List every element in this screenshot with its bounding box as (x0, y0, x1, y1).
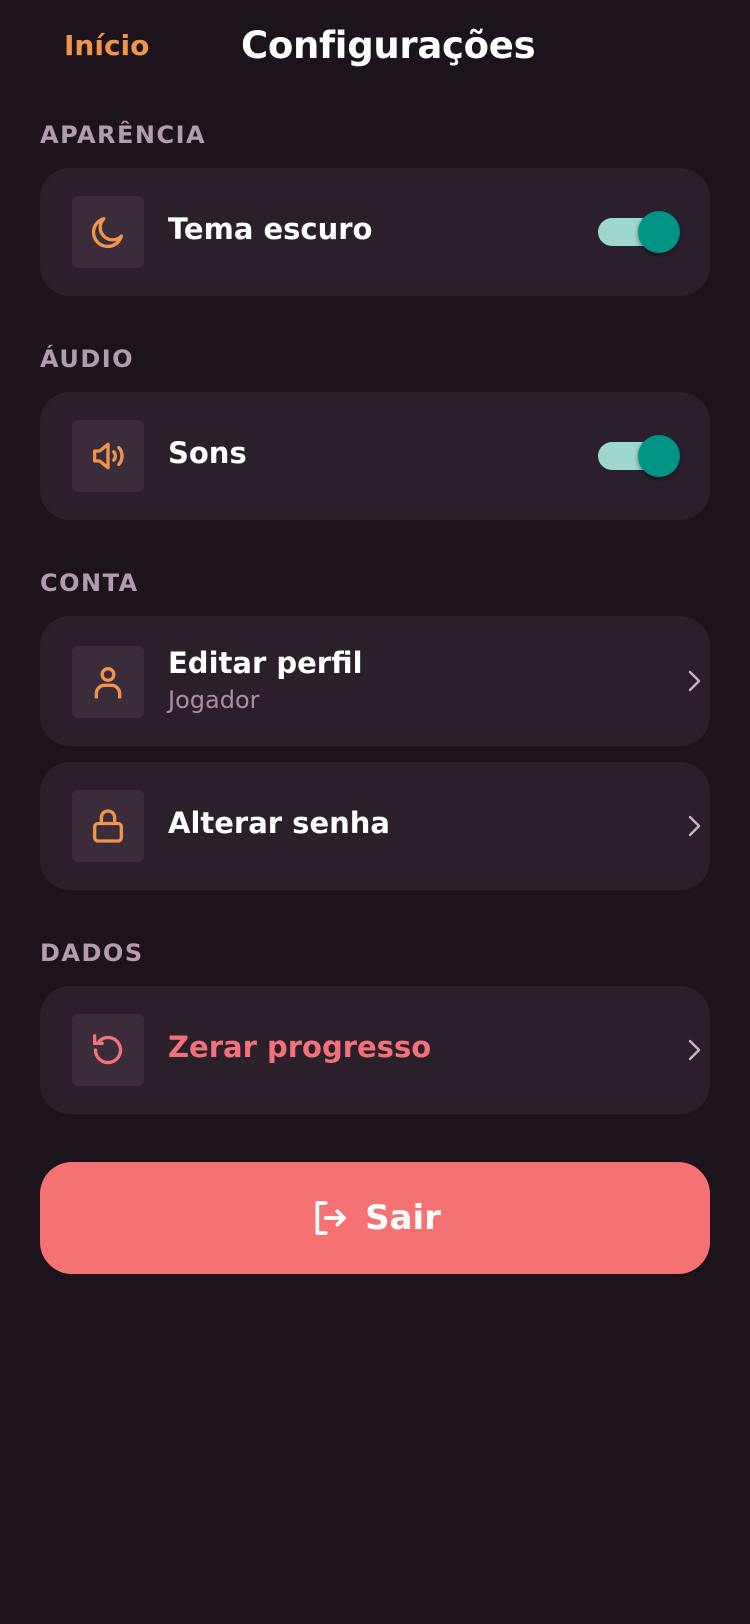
edit-profile-subtitle: Jogador (168, 686, 260, 714)
section-label-account: CONTA (40, 569, 139, 597)
toggle-thumb (638, 211, 680, 253)
sounds-label: Sons (168, 436, 247, 470)
section-label-audio: ÁUDIO (40, 345, 135, 373)
edit-profile-label: Editar perfil (168, 646, 363, 680)
user-icon (72, 646, 144, 718)
speaker-icon (72, 420, 144, 492)
dark-theme-toggle[interactable] (598, 211, 680, 253)
change-password-label: Alterar senha (168, 806, 390, 840)
chevron-right-icon (688, 1039, 701, 1061)
chevron-right-icon (688, 670, 701, 692)
edit-profile-row[interactable]: Editar perfil Jogador (40, 616, 710, 746)
dark-theme-label: Tema escuro (168, 212, 373, 246)
dark-theme-row[interactable]: Tema escuro (40, 168, 710, 296)
sounds-row[interactable]: Sons (40, 392, 710, 520)
logout-icon (315, 1201, 346, 1235)
reset-icon (72, 1014, 144, 1086)
moon-icon (72, 196, 144, 268)
toggle-thumb (638, 435, 680, 477)
header: Início Configurações (0, 0, 750, 92)
section-label-appearance: APARÊNCIA (40, 121, 207, 149)
chevron-right-icon (688, 815, 701, 837)
reset-progress-row[interactable]: Zerar progresso (40, 986, 710, 1114)
lock-icon (72, 790, 144, 862)
logout-label: Sair (365, 1198, 441, 1238)
change-password-row[interactable]: Alterar senha (40, 762, 710, 890)
settings-screen: Início Configurações APARÊNCIA Tema escu… (0, 0, 750, 1624)
reset-progress-label: Zerar progresso (168, 1030, 432, 1064)
section-label-data: DADOS (40, 939, 144, 967)
sounds-toggle[interactable] (598, 435, 680, 477)
page-title: Configurações (241, 24, 536, 67)
logout-button[interactable]: Sair (40, 1162, 710, 1274)
back-link[interactable]: Início (64, 24, 149, 68)
